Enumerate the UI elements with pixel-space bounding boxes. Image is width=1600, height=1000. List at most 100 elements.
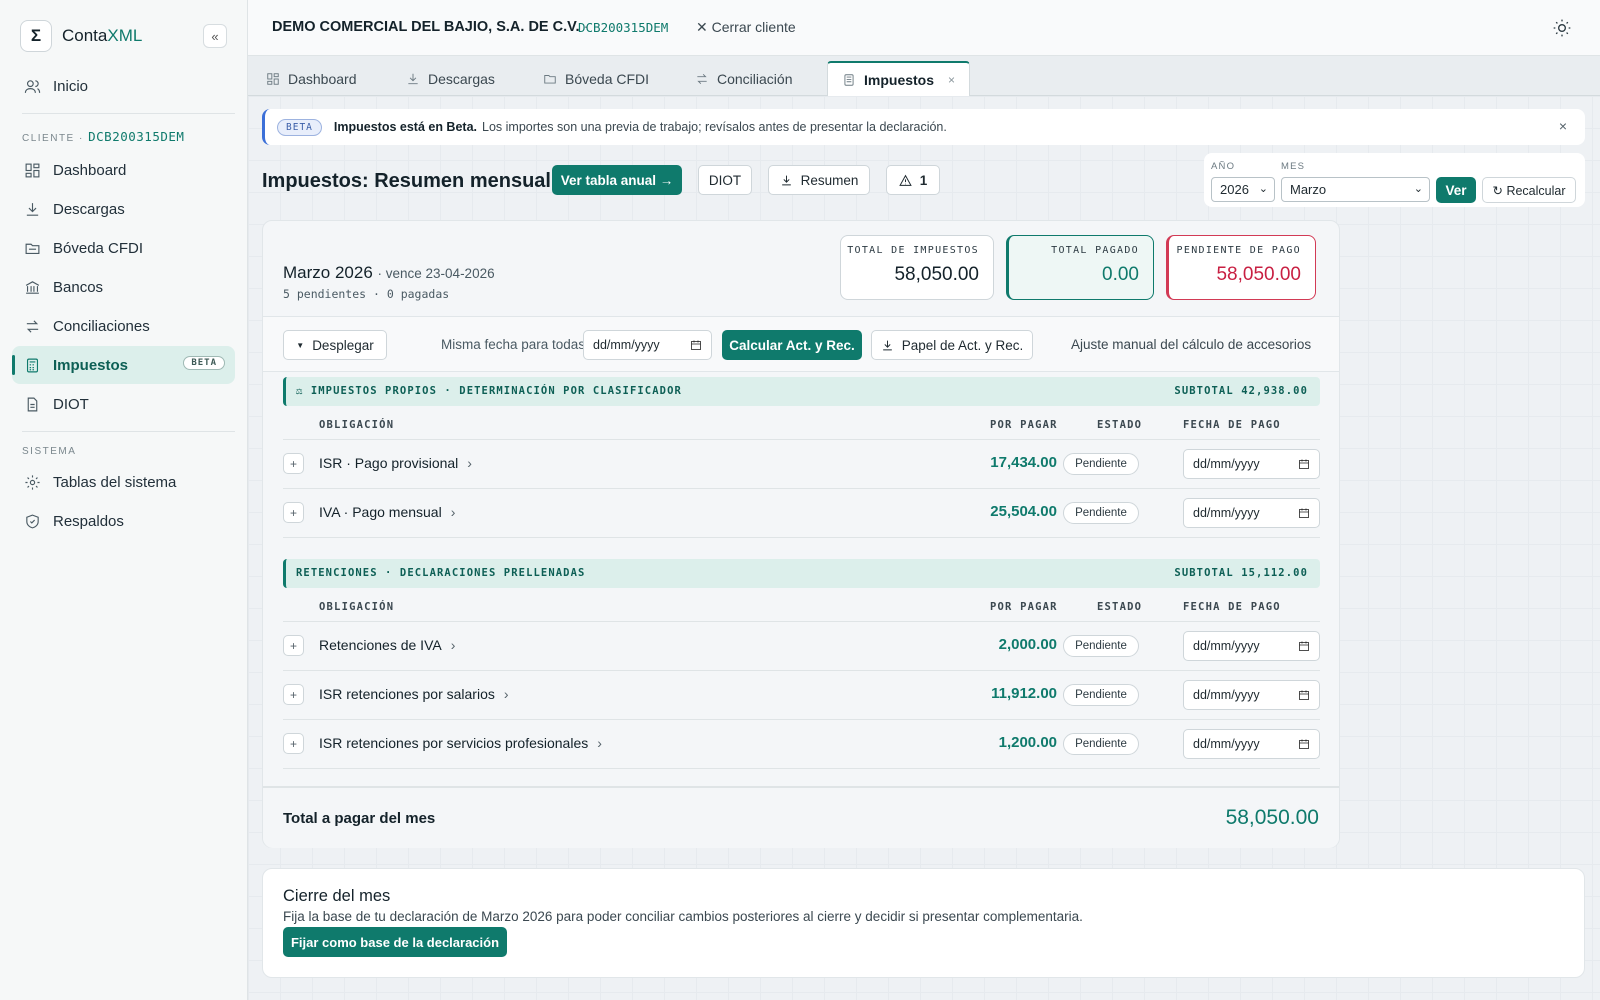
pay-date-input[interactable]: dd/mm/yyyy [1183,498,1320,528]
calendar-icon [1299,508,1309,518]
chevron-right-icon: › [503,686,509,702]
chevron-down-icon: ⌄ [1413,183,1423,195]
theme-toggle-icon[interactable] [1552,18,1572,38]
tab-conciliacion[interactable]: Conciliación [695,62,792,96]
col-pay-date: FECHA DE PAGO [1183,419,1281,431]
diot-button[interactable]: DIOT [698,165,752,195]
kpi-total-taxes: TOTAL DE IMPUESTOS 58,050.00 [840,235,994,300]
warning-icon [898,174,912,186]
sidebar-item-inicio[interactable]: Inicio [12,67,235,105]
pay-date-input[interactable]: dd/mm/yyyy [1183,729,1320,759]
sidebar-divider [22,431,235,432]
col-pay-date: FECHA DE PAGO [1183,601,1281,613]
table-row[interactable]: + ISR retenciones por servicios profesio… [283,720,1320,768]
tab-descargas[interactable]: Descargas [406,62,495,96]
ver-button[interactable]: Ver [1436,177,1476,203]
expand-row-icon[interactable]: + [283,733,304,754]
shield-check-icon [26,514,39,528]
expand-row-icon[interactable]: + [283,502,304,523]
pay-date-input[interactable]: dd/mm/yyyy [1183,680,1320,710]
gear-icon [25,474,40,490]
amount: 1,200.00 [998,734,1057,751]
year-select[interactable]: 2026 ⌄ [1211,177,1275,202]
calc-accessories-button[interactable]: Calcular Act. y Rec. [722,330,862,360]
pay-date-input[interactable]: dd/mm/yyyy [1183,449,1320,479]
app-name: ContaXML [62,26,143,45]
sidebar-item-diot[interactable]: DIOT [12,385,235,423]
month-label: MES [1281,161,1306,172]
folder-icon [544,75,556,84]
col-obligation: OBLIGACIÓN [319,601,395,613]
expand-row-icon[interactable]: + [283,453,304,474]
sidebar-item-respaldos[interactable]: Respaldos [12,502,235,540]
table-row[interactable]: + ISR retenciones por salarios › 11,912.0… [283,671,1320,719]
manual-adjust-link[interactable]: Ajuste manual del cálculo de accesorios [1071,337,1311,352]
sidebar-item-conciliaciones[interactable]: Conciliaciones [12,307,235,345]
calendar-icon [1299,641,1309,651]
chevron-right-icon: › [450,504,456,520]
sidebar-item-dashboard[interactable]: Dashboard [12,151,235,189]
client-label: CLIENTE · DCB200315DEM [22,129,185,144]
table-row[interactable]: + Retenciones de IVA › 2,000.00 Pendiente… [283,622,1320,670]
calendar-icon [691,340,701,350]
section-subtotal: SUBTOTAL 15,112.00 [1174,567,1308,579]
period-selector: AÑO MES 2026 ⌄ Marzo ⌄ Ver ↻ Recalcular [1204,153,1585,207]
accessories-paper-button[interactable]: Papel de Act. y Rec. [871,330,1033,360]
total-label: Total a pagar del mes [283,810,436,827]
beta-badge: BETA [183,356,225,370]
pay-date-input[interactable]: dd/mm/yyyy [1183,631,1320,661]
sidebar-item-bancos[interactable]: Bancos [12,268,235,306]
chevron-right-icon: › [450,637,456,653]
download-icon [26,202,39,216]
set-baseline-button[interactable]: Fijar como base de la declaración [283,927,507,957]
download-icon [781,175,791,185]
amount: 2,000.00 [998,636,1057,653]
sidebar-item-impuestos[interactable]: Impuestos BETA [12,346,235,384]
bulk-date-input[interactable]: dd/mm/yyyy [583,330,712,360]
close-title: Cierre del mes [283,887,391,905]
calendar-icon [1299,459,1309,469]
recalcular-button[interactable]: ↻ Recalcular [1482,177,1576,203]
tab-impuestos[interactable]: Impuestos × [827,61,971,96]
chevron-right-icon: › [467,455,472,471]
month-select[interactable]: Marzo ⌄ [1281,177,1430,202]
expand-button[interactable]: ▼ Desplegar [283,330,387,360]
tab-close-icon[interactable]: × [948,73,955,87]
calculator-icon [844,73,854,86]
sidebar-item-descargas[interactable]: Descargas [12,190,235,228]
expand-row-icon[interactable]: + [283,635,304,656]
monthly-summary-card: Marzo 2026 · vence 23-04-2026 5 pendient… [262,220,1340,848]
tab-bar: Dashboard Descargas Bóveda CFDI Concilia… [248,56,1600,96]
sidebar-item-tablas[interactable]: Tablas del sistema [12,463,235,501]
users-icon [24,79,41,93]
status-badge: Pendiente [1063,733,1139,755]
amount: 11,912.00 [991,685,1057,702]
beta-badge: BETA [277,118,322,136]
close-icon: ✕ [696,19,708,35]
client-rfc: DCB200315DEM [88,129,185,144]
year-label: AÑO [1211,161,1236,172]
beta-banner: BETA Impuestos está en Beta. Los importe… [262,109,1585,145]
collapse-sidebar-button[interactable]: « [203,24,227,48]
annual-table-button[interactable]: Ver tabla anual → [552,165,682,195]
summary-header: Marzo 2026 · vence 23-04-2026 5 pendient… [263,221,1339,316]
close-client-button[interactable]: ✕ Cerrar cliente [696,19,796,36]
company-name: DEMO COMERCIAL DEL BAJIO, S.A. DE C.V. · [272,19,589,35]
expand-row-icon[interactable]: + [283,684,304,705]
banner-close-icon[interactable]: × [1559,118,1567,134]
table-row[interactable]: + ISR · Pago provisional › 17,434.00 Pend… [283,440,1320,488]
kpi-pending: PENDIENTE DE PAGO 58,050.00 [1166,235,1316,300]
month-close-card: Cierre del mes Fija la base de tu declar… [262,868,1585,978]
warnings-button[interactable]: 1 [886,165,940,195]
caret-down-icon: ▼ [296,340,305,350]
calendar-icon [1299,690,1309,700]
status-badge: Pendiente [1063,502,1139,524]
tab-boveda[interactable]: Bóveda CFDI [543,62,649,96]
brand[interactable]: Σ ContaXML [20,20,142,52]
sidebar-item-boveda[interactable]: Bóveda CFDI [12,229,235,267]
resumen-download-button[interactable]: Resumen [768,165,870,195]
tab-dashboard[interactable]: Dashboard [266,62,357,96]
table-row[interactable]: + IVA · Pago mensual › 25,504.00 Pendient… [283,489,1320,537]
folder-icon [25,243,40,254]
col-to-pay: POR PAGAR [990,419,1058,431]
